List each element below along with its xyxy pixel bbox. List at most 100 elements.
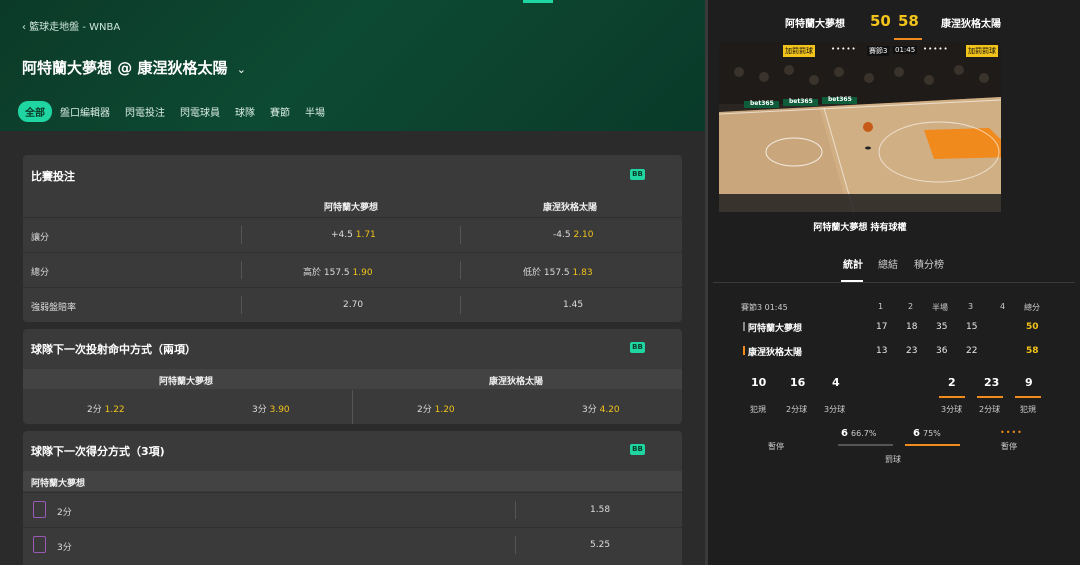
away-half: 36 <box>936 346 948 356</box>
total-row: 總分 高於 157.5 1.90 低於 157.5 1.83 <box>23 252 682 287</box>
home-fouls-label: 犯規 <box>750 405 766 414</box>
home-team-name: 阿特蘭大夢想 <box>748 324 803 334</box>
market-label: 總分 <box>31 268 50 278</box>
home-2pt-odds[interactable]: 2分 1.22 <box>87 402 125 415</box>
home-ft-made: 6 <box>841 428 848 439</box>
away-fouls-bar <box>1015 396 1041 398</box>
scoreboard: 阿特蘭大夢想 50 58 康涅狄格太陽 <box>708 0 1080 42</box>
active-indicator <box>523 0 553 3</box>
tab-quarter[interactable]: 賽節 <box>263 101 297 122</box>
court-graphic <box>718 42 1024 213</box>
home-2pt-value: 16 <box>790 376 806 389</box>
tab-flash-player[interactable]: 閃電球員 <box>173 101 227 122</box>
home-ft-pct: 66.7% <box>851 429 877 438</box>
away-fouls-value: 9 <box>1025 376 1033 389</box>
tab-bet-builder[interactable]: 盤口編輯器 <box>53 101 117 122</box>
tab-stats[interactable]: 統計 <box>843 256 863 271</box>
divider <box>515 536 516 554</box>
away-ft-made: 6 <box>913 428 920 439</box>
away-handicap-odds[interactable]: -4.5 2.10 <box>553 230 593 240</box>
home-3pt-odds[interactable]: 3分 3.90 <box>252 402 290 415</box>
game-clock: 01:45 <box>893 46 918 54</box>
away-3pt-label: 3分球 <box>941 405 963 414</box>
away-possession-bar <box>894 38 922 40</box>
tab-team[interactable]: 球隊 <box>228 101 262 122</box>
option-label: 2分 <box>57 508 72 518</box>
home-2pt-label: 2分球 <box>786 405 808 414</box>
away-team-header: 康涅狄格太陽 <box>543 203 598 213</box>
quarter-score-table: 賽節3 01:45 1 2 半場 3 4 總分 阿特蘭大夢想 17 18 35 … <box>708 298 1080 358</box>
tab-standings[interactable]: 積分榜 <box>914 256 944 271</box>
team-stats: 10 犯規 16 2分球 4 3分球 2 3分球 23 2分球 9 犯規 暫停 … <box>708 372 1080 472</box>
col-header-q2: 2 <box>908 302 914 311</box>
home-3pt-value: 4 <box>832 376 840 389</box>
handicap-row: 讓分 +4.5 1.71 -4.5 2.10 <box>23 217 682 252</box>
timeout-dots: •••• <box>1000 428 1023 437</box>
home-moneyline-odds[interactable]: 2.70 <box>343 300 363 310</box>
next-shot-card: 球隊下一次投射命中方式（兩項） BB 阿特蘭大夢想 康涅狄格太陽 2分 1.22… <box>23 329 682 424</box>
home-q2: 18 <box>906 322 918 332</box>
home-handicap-odds[interactable]: +4.5 1.71 <box>331 230 376 240</box>
market-label: 讓分 <box>31 233 50 243</box>
under-odds[interactable]: 低於 157.5 1.83 <box>523 265 593 278</box>
bonus-indicator-left: 加罰罰球 <box>783 45 815 57</box>
bonus-indicator-right: 加罰罰球 <box>966 45 998 57</box>
match-header: ‹ 籃球走地盤 - WNBA 阿特蘭大夢想 @ 康涅狄格太陽 ⌄ 全部 盤口編輯… <box>0 0 705 131</box>
3pt-odds[interactable]: 5.25 <box>590 540 610 550</box>
over-odds[interactable]: 高於 157.5 1.90 <box>303 265 373 278</box>
col-header-period: 賽節3 01:45 <box>741 303 788 312</box>
breadcrumb[interactable]: ‹ 籃球走地盤 - WNBA <box>22 18 120 33</box>
home-timeout-label: 暫停 <box>768 442 784 451</box>
home-q1: 17 <box>876 322 888 332</box>
card-title[interactable]: 球隊下一次得分方式（3項) <box>31 443 165 459</box>
col-header-total: 總分 <box>1024 303 1040 312</box>
moneyline-row: 強弱盤賠率 2.70 1.45 <box>23 287 682 322</box>
divider <box>352 390 353 424</box>
away-total: 58 <box>1026 346 1039 356</box>
away-ft-pct: 75% <box>923 429 941 438</box>
away-2pt-value: 23 <box>984 376 1000 389</box>
divider <box>713 282 1075 283</box>
ad-board-text: bet365 <box>789 98 813 105</box>
tab-all[interactable]: 全部 <box>18 101 52 122</box>
away-ft-bar <box>905 444 960 446</box>
2pt-odds[interactable]: 1.58 <box>590 505 610 515</box>
away-team-header: 康涅狄格太陽 <box>489 377 544 387</box>
divider <box>460 261 461 279</box>
away-2pt-odds[interactable]: 2分 1.20 <box>417 402 455 415</box>
divider <box>515 501 516 519</box>
score-row: 2分 1.58 <box>23 492 682 527</box>
team-header-row: 阿特蘭大夢想 <box>23 471 682 491</box>
away-3pt-odds[interactable]: 3分 4.20 <box>582 402 620 415</box>
match-title[interactable]: 阿特蘭大夢想 @ 康涅狄格太陽 ⌄ <box>22 57 246 78</box>
jersey-icon <box>33 501 46 518</box>
col-header-q3: 3 <box>968 302 974 311</box>
tab-half[interactable]: 半場 <box>298 101 332 122</box>
divider <box>460 226 461 244</box>
away-score: 58 <box>898 12 919 30</box>
away-timeout-label: 暫停 <box>1001 442 1017 451</box>
tab-flash-bet[interactable]: 閃電投注 <box>118 101 172 122</box>
score-row: 3分 5.25 <box>23 527 682 562</box>
away-team-color <box>743 346 745 355</box>
home-ft-bar <box>838 444 893 446</box>
next-score-card: 球隊下一次得分方式（3項) BB 阿特蘭大夢想 2分 1.58 3分 5.25 <box>23 431 682 565</box>
bet-builder-badge: BB <box>630 444 645 455</box>
card-title[interactable]: 球隊下一次投射命中方式（兩項） <box>31 341 196 357</box>
bet-builder-badge: BB <box>630 169 645 180</box>
bet-builder-badge: BB <box>630 342 645 353</box>
away-2pt-label: 2分球 <box>979 405 1001 414</box>
live-court-animation: bet365 bet365 bet365 加罰罰球 ••••• 賽節3 01:4… <box>718 42 1024 233</box>
team-name: 阿特蘭大夢想 <box>31 479 86 489</box>
home-team-header: 阿特蘭大夢想 <box>324 203 379 213</box>
away-2pt-bar <box>977 396 1003 398</box>
away-q2: 23 <box>906 346 918 356</box>
team-header-row: 阿特蘭大夢想 康涅狄格太陽 <box>23 369 682 389</box>
card-title[interactable]: 比賽投注 <box>31 168 75 184</box>
away-moneyline-odds[interactable]: 1.45 <box>563 300 583 310</box>
tab-summary[interactable]: 總結 <box>878 256 898 271</box>
team-header-row: 阿特蘭大夢想 康涅狄格太陽 <box>23 195 682 215</box>
col-header-q4: 4 <box>1000 302 1006 311</box>
jersey-icon <box>33 536 46 553</box>
ad-board-text: bet365 <box>828 96 852 103</box>
